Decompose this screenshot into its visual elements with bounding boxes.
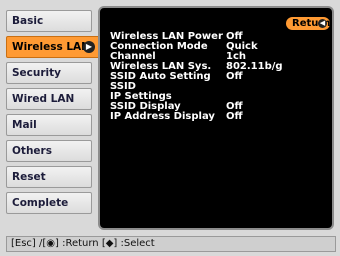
sidebar-item-security[interactable]: Security xyxy=(6,62,92,84)
enter-arrow-icon: ▶ xyxy=(83,41,95,53)
sidebar-item-basic[interactable]: Basic xyxy=(6,10,92,32)
sidebar-item-label: Reset xyxy=(12,171,46,183)
sidebar-item-label: Complete xyxy=(12,197,69,209)
sidebar-item-reset[interactable]: Reset xyxy=(6,166,92,188)
sidebar-item-label: Wireless LAN xyxy=(12,41,90,53)
sidebar-item-label: Mail xyxy=(12,119,37,131)
sidebar-item-mail[interactable]: Mail xyxy=(6,114,92,136)
sidebar-item-complete[interactable]: Complete xyxy=(6,192,92,214)
key-hint-bar: [Esc] /[◉] :Return [◆] :Select xyxy=(6,236,336,252)
projector-menu-screen: Basic Wireless LAN ▶ Security Wired LAN … xyxy=(0,0,340,256)
sidebar-item-wireless-lan[interactable]: Wireless LAN ▶ xyxy=(6,36,100,58)
setting-value: Off xyxy=(226,111,243,122)
sidebar-item-wired-lan[interactable]: Wired LAN xyxy=(6,88,92,110)
sidebar-item-label: Others xyxy=(12,145,52,157)
sidebar-item-label: Wired LAN xyxy=(12,93,75,105)
setting-value: Off xyxy=(226,71,243,82)
sidebar-item-others[interactable]: Others xyxy=(6,140,92,162)
sidebar-item-label: Basic xyxy=(12,15,44,27)
settings-panel: Return ◀ Wireless LAN Power Off Connecti… xyxy=(98,6,334,230)
return-arrow-icon: ◀ xyxy=(318,19,327,28)
sidebar-item-label: Security xyxy=(12,67,62,79)
key-hint-text: [Esc] /[◉] :Return [◆] :Select xyxy=(11,238,155,249)
return-button[interactable]: Return ◀ xyxy=(286,17,330,30)
setting-label: IP Address Display xyxy=(110,111,215,122)
